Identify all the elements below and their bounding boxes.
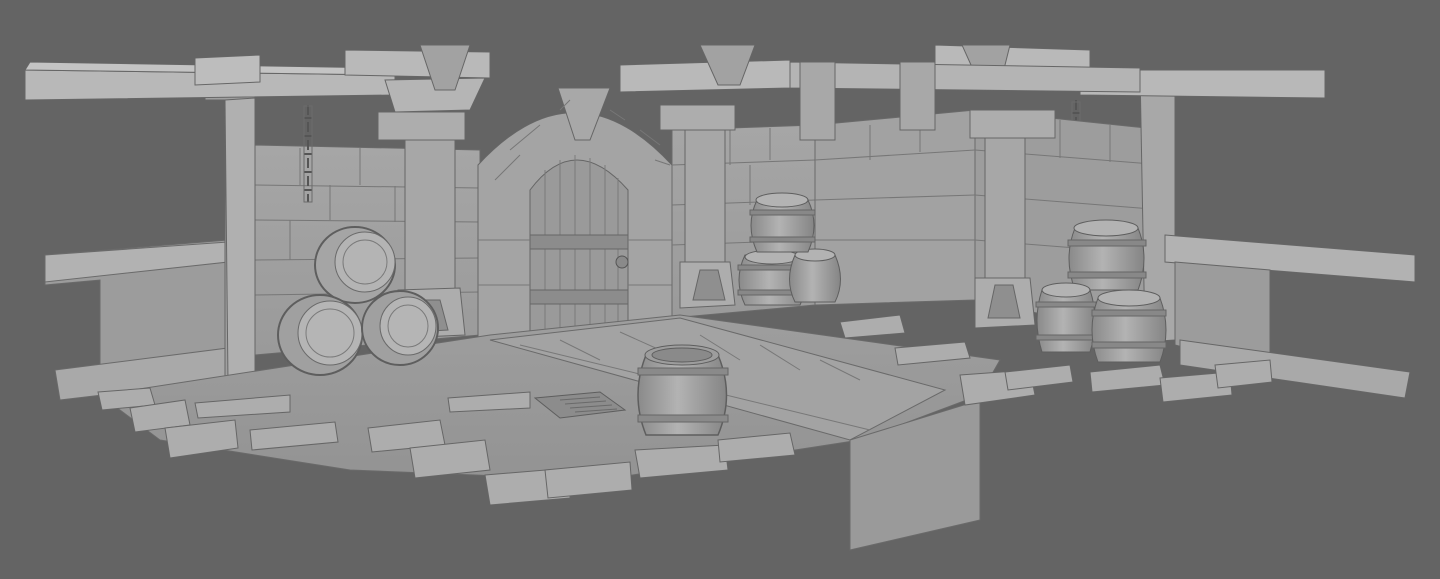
top-beam-left: [24, 54, 396, 101]
barrel: [1091, 289, 1167, 363]
barrel: [361, 290, 439, 366]
barrel: [749, 192, 816, 253]
barrel: [1035, 282, 1097, 353]
dungeon-scene: [24, 44, 1416, 551]
arched-door: [477, 87, 673, 341]
barrel: [314, 226, 396, 304]
3d-viewport[interactable]: [0, 0, 1440, 579]
barrel: [1067, 219, 1147, 291]
barrel: [789, 248, 841, 303]
barrel: [277, 294, 363, 376]
barrel-floor-center: [637, 344, 729, 436]
